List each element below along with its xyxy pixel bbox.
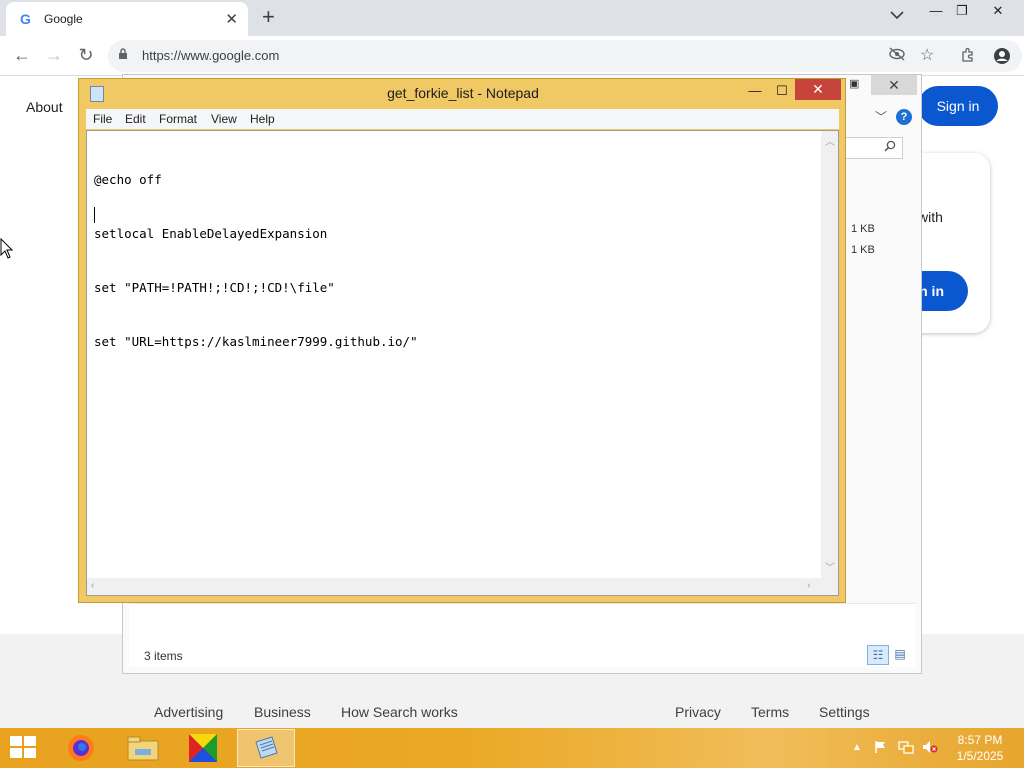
- system-clock[interactable]: 8:57 PM 1/5/2025: [946, 732, 1014, 764]
- lock-icon[interactable]: [118, 48, 128, 63]
- colorful-app-taskbar-icon[interactable]: [174, 729, 232, 767]
- notepad-maximize-button[interactable]: ☐: [768, 81, 796, 101]
- scroll-up-arrow-icon[interactable]: ︿: [825, 133, 835, 148]
- ribbon-expand-chevron-icon[interactable]: ﹀: [875, 108, 887, 125]
- footer-link-how-search-works[interactable]: How Search works: [341, 704, 458, 720]
- restore-window-button[interactable]: ❐: [946, 0, 978, 24]
- scroll-right-arrow-icon[interactable]: ›: [807, 580, 810, 591]
- search-icon: [884, 140, 896, 152]
- firefox-taskbar-icon[interactable]: [52, 729, 110, 767]
- menu-format[interactable]: Format: [159, 112, 197, 126]
- explorer-close-button[interactable]: ✕: [871, 75, 917, 95]
- large-icons-view-icon[interactable]: ▤: [889, 645, 911, 665]
- notepad-close-button[interactable]: ✕: [795, 79, 841, 100]
- explorer-file-area: [129, 603, 915, 667]
- menu-help[interactable]: Help: [250, 112, 275, 126]
- action-center-flag-icon[interactable]: [874, 740, 888, 757]
- tab-title: Google: [44, 12, 83, 26]
- tab-close-icon[interactable]: ✕: [225, 10, 238, 28]
- notepad-minimize-button[interactable]: —: [741, 81, 769, 101]
- notepad-taskbar-icon[interactable]: [237, 729, 295, 767]
- windows-start-icon[interactable]: [10, 736, 38, 760]
- url-text[interactable]: https://www.google.com: [142, 48, 279, 63]
- menu-file[interactable]: File: [93, 112, 112, 126]
- explorer-maximize-icon[interactable]: ▣: [849, 77, 859, 90]
- volume-muted-icon[interactable]: [922, 740, 938, 757]
- resize-grip-icon[interactable]: [821, 578, 838, 595]
- notepad-text-area[interactable]: @echo off setlocal EnableDelayedExpansio…: [86, 130, 839, 596]
- tab-search-chevron-icon[interactable]: [890, 8, 904, 23]
- clock-date: 1/5/2025: [956, 749, 1004, 763]
- taskbar: ▲ 8:57 PM 1/5/2025: [0, 728, 1024, 768]
- reload-icon[interactable]: ↻: [74, 44, 98, 66]
- clock-time: 8:57 PM: [957, 733, 1003, 747]
- notepad-content[interactable]: @echo off setlocal EnableDelayedExpansio…: [94, 135, 418, 387]
- back-arrow-icon[interactable]: ←: [10, 44, 34, 66]
- eye-off-icon[interactable]: [888, 47, 906, 64]
- menu-view[interactable]: View: [211, 112, 237, 126]
- about-link[interactable]: About: [26, 99, 63, 115]
- explorer-search-box[interactable]: [845, 137, 903, 159]
- file-size: 1 KB: [851, 223, 875, 235]
- text-line: setlocal EnableDelayedExpansion: [94, 226, 328, 241]
- browser-toolbar: ← → ↻ https://www.google.com ☆: [0, 36, 1024, 76]
- text-line: set "URL=https://kaslmineer7999.github.i…: [94, 334, 418, 349]
- footer-link-business[interactable]: Business: [254, 704, 311, 720]
- footer-link-advertising[interactable]: Advertising: [154, 704, 223, 720]
- explorer-status-items: 3 items: [144, 649, 183, 663]
- file-explorer-taskbar-icon[interactable]: [114, 729, 172, 767]
- google-favicon-icon: G: [20, 11, 31, 27]
- network-icon[interactable]: [898, 740, 914, 757]
- close-window-button[interactable]: ✕: [982, 0, 1014, 24]
- text-caret: [94, 207, 95, 223]
- forward-arrow-icon[interactable]: →: [42, 44, 66, 66]
- extensions-icon[interactable]: [960, 47, 976, 66]
- footer-link-terms[interactable]: Terms: [751, 704, 789, 720]
- address-bar[interactable]: https://www.google.com ☆: [108, 40, 1022, 72]
- notepad-window: get_forkie_list - Notepad — ☐ ✕ File Edi…: [78, 78, 846, 603]
- scroll-left-arrow-icon[interactable]: ‹: [91, 580, 94, 591]
- text-line: @echo off: [94, 172, 162, 187]
- footer-link-privacy[interactable]: Privacy: [675, 704, 721, 720]
- help-icon[interactable]: ?: [896, 109, 912, 125]
- notepad-title: get_forkie_list - Notepad: [387, 85, 539, 101]
- horizontal-scrollbar[interactable]: ‹ ›: [87, 578, 821, 595]
- file-size: 1 KB: [851, 244, 875, 256]
- browser-tab[interactable]: G Google ✕: [6, 2, 248, 36]
- new-tab-button[interactable]: +: [262, 4, 275, 30]
- scroll-down-arrow-icon[interactable]: ﹀: [825, 559, 835, 574]
- menu-edit[interactable]: Edit: [125, 112, 146, 126]
- profile-icon[interactable]: [992, 46, 1012, 69]
- tab-strip: G Google ✕ + — ❐ ✕: [0, 0, 1024, 36]
- show-hidden-icons-chevron-icon[interactable]: ▲: [852, 742, 862, 753]
- vertical-scrollbar[interactable]: ︿ ﹀: [821, 131, 838, 579]
- sign-in-button[interactable]: Sign in: [918, 86, 998, 126]
- notepad-menu-bar: File Edit Format View Help: [86, 109, 839, 129]
- bookmark-star-icon[interactable]: ☆: [920, 45, 934, 65]
- mouse-cursor-icon: [0, 238, 14, 259]
- footer-link-settings[interactable]: Settings: [819, 704, 870, 720]
- text-line: set "PATH=!PATH!;!CD!;!CD!\file": [94, 280, 335, 295]
- details-view-icon[interactable]: ☷: [867, 645, 889, 665]
